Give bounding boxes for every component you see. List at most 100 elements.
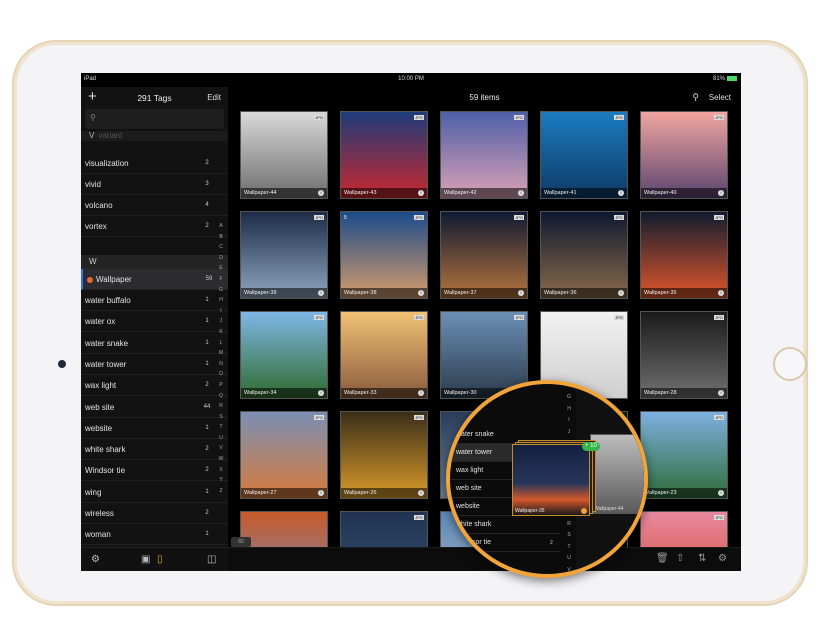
index-letter[interactable]: X	[217, 465, 225, 476]
share-icon[interactable]: ⇧	[676, 553, 684, 564]
index-letter[interactable]: G	[217, 285, 225, 296]
index-letter[interactable]: I	[217, 306, 225, 317]
image-tile[interactable]: JPG Wallpaper-37 i	[440, 211, 528, 299]
library-icon[interactable]: ▣	[141, 554, 150, 565]
sidebar-toggle-icon[interactable]: ◫	[207, 554, 216, 565]
tag-row[interactable]: vivid 3	[81, 174, 228, 195]
info-icon[interactable]: i	[718, 390, 724, 396]
info-icon[interactable]: i	[418, 190, 424, 196]
tag-row[interactable]: volcano 4	[81, 195, 228, 216]
tile-caption: Wallpaper-39	[241, 288, 327, 298]
image-tile[interactable]: JPG Wallpaper-26 i	[340, 411, 428, 499]
index-letter[interactable]: F	[217, 274, 225, 285]
tag-row[interactable]: Windsor tie 2	[81, 460, 228, 482]
tag-search-input[interactable]: ⚲	[85, 109, 224, 129]
tag-row[interactable]: wireless 2	[81, 503, 228, 524]
index-letter[interactable]: W	[217, 454, 225, 465]
tag-row[interactable]: woman 1	[81, 524, 228, 546]
select-button[interactable]: Select	[709, 93, 731, 102]
image-tile[interactable]: JPG Wallpaper-42 i	[440, 111, 528, 199]
tag-row[interactable]: wing 1	[81, 482, 228, 503]
image-tile[interactable]: JPG Wallpaper-40 i	[640, 111, 728, 199]
tag-row[interactable]: water ox 1	[81, 311, 228, 333]
index-letter[interactable]: Y	[217, 475, 225, 486]
edit-button[interactable]: Edit	[207, 93, 221, 102]
tag-name: Windsor tie	[456, 539, 492, 546]
tag-row-selected[interactable]: Wallpaper 59	[81, 269, 228, 290]
info-icon[interactable]: i	[418, 390, 424, 396]
tag-row[interactable]: vortex 2	[81, 216, 228, 237]
drag-stack[interactable]: Wallpaper-35	[512, 440, 596, 518]
index-letter[interactable]: E	[217, 263, 225, 274]
image-tile[interactable]: JPG Wallpaper-44 i	[240, 111, 328, 199]
info-icon[interactable]: i	[618, 290, 624, 296]
index-letter[interactable]: C	[217, 242, 225, 253]
info-icon[interactable]: i	[518, 290, 524, 296]
index-letter[interactable]: Q	[217, 391, 225, 402]
image-tile[interactable]: JPG 5 Wallpaper-38 i	[340, 211, 428, 299]
tag-row[interactable]: water buffalo 1	[81, 290, 228, 311]
index-letter[interactable]: P	[217, 380, 225, 391]
tag-row[interactable]: website 1	[81, 418, 228, 439]
tag-row[interactable]: white shark 2	[81, 439, 228, 461]
image-tile[interactable]: JPG Wallpaper-35 i	[640, 211, 728, 299]
info-icon[interactable]: i	[318, 390, 324, 396]
tag-icon[interactable]: ▯	[157, 554, 163, 565]
tag-row[interactable]: web site 44	[81, 397, 228, 418]
tag-row[interactable]: water tower 1	[81, 354, 228, 375]
index-letter[interactable]: Z	[217, 486, 225, 497]
info-icon[interactable]: i	[418, 290, 424, 296]
image-tile[interactable]: JPG Wallpaper-41 i	[540, 111, 628, 199]
index-letter[interactable]: V	[217, 443, 225, 454]
tag-row[interactable]: visualization 2	[81, 153, 228, 174]
gear-icon[interactable]: ⚙	[91, 554, 100, 565]
tile-caption: Wallpaper-35	[641, 288, 727, 298]
tag-name: white shark	[85, 445, 126, 455]
search-icon[interactable]: ⚲	[692, 92, 699, 103]
index-letter[interactable]: J	[217, 316, 225, 327]
image-tile[interactable]: JPG Wallpaper-36 i	[540, 211, 628, 299]
index-letter[interactable]: A	[217, 221, 225, 232]
tag-row[interactable]: water snake 1	[81, 333, 228, 354]
index-letter[interactable]: T	[217, 422, 225, 433]
tile-caption: Wallpaper-37	[441, 288, 527, 298]
info-icon[interactable]: i	[718, 490, 724, 496]
home-button[interactable]	[773, 347, 807, 381]
tile-caption: Wallpaper-36	[541, 288, 627, 298]
trash-icon[interactable]: 🗑	[656, 553, 669, 564]
tag-name: Wallpaper	[87, 275, 132, 284]
tag-name: water buffalo	[85, 296, 131, 305]
image-tile[interactable]: JPG Wallpaper-27 i	[240, 411, 328, 499]
index-letter[interactable]: K	[217, 327, 225, 338]
index-letter[interactable]: M	[217, 348, 225, 359]
index-letter[interactable]: S	[217, 412, 225, 423]
info-icon[interactable]: i	[318, 190, 324, 196]
image-tile[interactable]: JPG Wallpaper-43 i	[340, 111, 428, 199]
index-letter[interactable]: H	[217, 295, 225, 306]
index-letter[interactable]: N	[217, 359, 225, 370]
info-icon[interactable]: i	[618, 190, 624, 196]
image-tile[interactable]: JPG Wallpaper-33 i	[340, 311, 428, 399]
info-icon[interactable]: i	[318, 290, 324, 296]
info-icon[interactable]: i	[718, 190, 724, 196]
alphabet-index[interactable]: ABCDEFGHIJKLMNOPQRSTUVWXYZ	[217, 221, 225, 496]
image-tile[interactable]: JPG Wallpaper-39 i	[240, 211, 328, 299]
info-icon[interactable]: i	[518, 190, 524, 196]
image-tile[interactable]: JPG Wallpaper-34 i	[240, 311, 328, 399]
settings-icon[interactable]: ⚙	[718, 553, 727, 564]
info-icon[interactable]: i	[318, 490, 324, 496]
scroll-indicator[interactable]: 60	[231, 537, 251, 547]
info-icon[interactable]: i	[418, 490, 424, 496]
index-letter[interactable]: R	[217, 401, 225, 412]
index-letter[interactable]: L	[217, 338, 225, 349]
info-icon[interactable]: i	[718, 290, 724, 296]
image-tile[interactable]: JPG Wallpaper-23 i	[640, 411, 728, 499]
index-letter[interactable]: U	[217, 433, 225, 444]
sort-icon[interactable]: ⇅	[698, 553, 706, 564]
index-letter[interactable]: D	[217, 253, 225, 264]
image-tile[interactable]: JPG Wallpaper-28 i	[640, 311, 728, 399]
index-letter[interactable]: B	[217, 232, 225, 243]
tag-row[interactable]: wax light 2	[81, 375, 228, 397]
drag-count-badge: + 10	[582, 442, 600, 451]
index-letter[interactable]: O	[217, 369, 225, 380]
